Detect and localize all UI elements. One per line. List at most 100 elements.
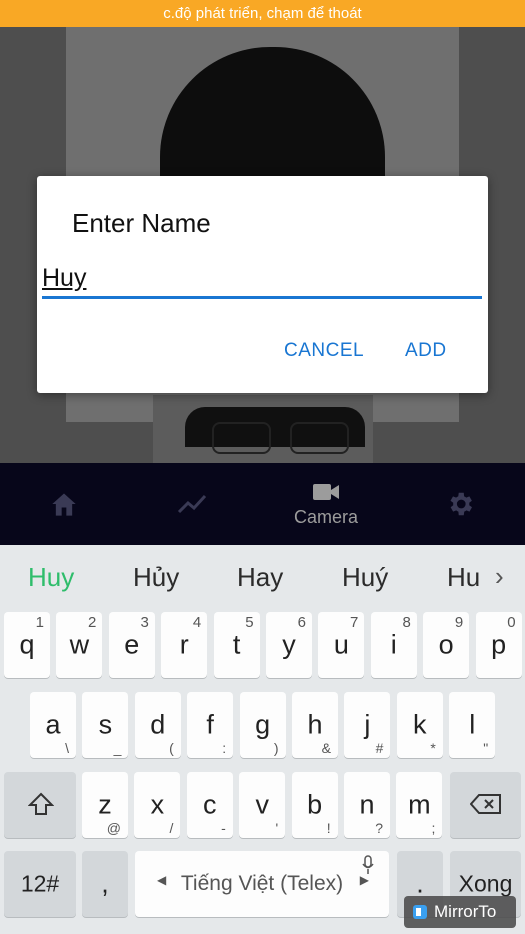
key-label: l — [469, 709, 476, 740]
key-label: u — [333, 629, 349, 660]
key-label: n — [359, 789, 375, 820]
key-f[interactable]: f: — [187, 692, 234, 758]
comma-key[interactable]: , — [82, 851, 128, 917]
key-d[interactable]: d( — [134, 692, 181, 758]
key-label: f — [206, 709, 214, 740]
glasses-left — [212, 422, 271, 454]
key-o[interactable]: o9 — [423, 612, 470, 678]
key-symbol-hint: ) — [273, 740, 279, 756]
key-m[interactable]: m; — [396, 772, 443, 838]
key-b[interactable]: b! — [291, 772, 338, 838]
space-key[interactable]: ◀ Tiếng Việt (Telex) ▶ — [135, 851, 389, 917]
key-r[interactable]: r4 — [161, 612, 208, 678]
key-a[interactable]: a \ — [30, 692, 76, 758]
key-label: r — [179, 629, 189, 660]
key-c[interactable]: c- — [186, 772, 233, 838]
key-x[interactable]: x / — [134, 772, 181, 838]
key-label: k — [413, 709, 427, 740]
key-label: p — [491, 629, 507, 660]
key-symbol-hint: & — [321, 740, 331, 756]
suggestion-item[interactable]: Huy — [28, 562, 74, 593]
mirrorto-label: MirrorTo — [434, 902, 497, 921]
name-input[interactable] — [42, 260, 482, 299]
key-hint: 6 — [297, 614, 306, 631]
key-w[interactable]: w2 — [56, 612, 103, 678]
key-hint: 3 — [140, 614, 149, 631]
key-e[interactable]: e3 — [108, 612, 155, 678]
key-symbol-hint: / — [169, 820, 174, 836]
right-arrow-icon: ▶ — [359, 873, 369, 887]
key-p[interactable]: p0 — [475, 612, 522, 678]
key-hint: 2 — [88, 614, 97, 631]
chevron-right-icon[interactable]: › — [495, 561, 504, 592]
space-key-label: Tiếng Việt (Telex) — [180, 872, 344, 895]
key-l[interactable]: l " — [449, 692, 496, 758]
nav-home[interactable] — [24, 463, 104, 545]
key-j[interactable]: j # — [344, 692, 391, 758]
key-hint: 5 — [245, 614, 254, 631]
key-k[interactable]: k * — [396, 692, 443, 758]
key-symbol-hint: ' — [275, 820, 279, 836]
suggestion-bar: Huy Hủy Hay Huý Hu › — [0, 545, 525, 607]
key-label: s — [98, 709, 113, 740]
key-label: v — [255, 789, 269, 820]
cancel-button[interactable]: CANCEL — [284, 340, 364, 362]
backspace-icon — [470, 794, 501, 814]
nav-camera[interactable]: Camera — [276, 463, 376, 545]
videocam-icon — [313, 483, 339, 500]
key-symbol-hint: ; — [431, 820, 436, 836]
key-label: b — [307, 789, 323, 820]
key-hint: 8 — [402, 614, 411, 631]
key-hint: 1 — [35, 614, 44, 631]
nav-stats[interactable] — [152, 463, 232, 545]
key-hint: 0 — [507, 614, 516, 631]
key-label: z — [98, 789, 112, 820]
suggestion-item[interactable]: Hay — [237, 562, 283, 593]
key-hint: 4 — [192, 614, 202, 631]
key-symbol-hint: * — [430, 740, 436, 756]
shift-icon — [28, 792, 54, 815]
key-label: h — [307, 709, 323, 740]
key-q[interactable]: q1 — [4, 612, 50, 678]
add-button[interactable]: ADD — [405, 340, 447, 362]
key-i[interactable]: i8 — [370, 612, 417, 678]
mirrorto-badge[interactable]: MirrorTo — [404, 896, 516, 928]
home-icon — [52, 493, 76, 516]
key-label: m — [408, 789, 431, 820]
key-n[interactable]: n? — [344, 772, 390, 838]
key-y[interactable]: y6 — [266, 612, 312, 678]
key-label: e — [124, 629, 140, 660]
key-label: o — [438, 629, 454, 660]
key-symbol-hint: ( — [169, 740, 174, 756]
backspace-key[interactable] — [450, 772, 521, 838]
suggestion-item[interactable]: Huý — [342, 562, 388, 593]
key-label: a — [45, 709, 61, 740]
key-g[interactable]: g) — [239, 692, 286, 758]
key-symbol-hint: " — [483, 740, 489, 756]
key-s[interactable]: s _ — [82, 692, 129, 758]
key-v[interactable]: v ' — [239, 772, 286, 838]
key-symbol-hint: ? — [375, 820, 383, 836]
key-label: y — [282, 629, 296, 660]
key-t[interactable]: t5 — [213, 612, 260, 678]
done-key-label: Xong — [458, 870, 513, 897]
key-symbol-hint: _ — [113, 740, 122, 756]
key-u[interactable]: u7 — [318, 612, 365, 678]
key-hint: 7 — [350, 614, 359, 631]
glasses-right — [290, 422, 349, 454]
nav-settings[interactable] — [420, 463, 500, 545]
key-h[interactable]: h & — [292, 692, 338, 758]
shift-key[interactable] — [4, 772, 76, 838]
settings-icon — [450, 492, 472, 516]
mirrorto-logo-icon — [413, 905, 427, 919]
dev-mode-banner[interactable]: c.độ phát triển, chạm để thoát — [0, 0, 525, 27]
nav-camera-label: Camera — [293, 506, 359, 527]
symbols-key-label: 12# — [20, 870, 60, 897]
suggestion-item[interactable]: Hu — [447, 562, 480, 593]
key-z[interactable]: z @ — [82, 772, 128, 838]
soft-keyboard: Huy Hủy Hay Huý Hu › 12# , ◀ Tiếng Việt … — [0, 545, 525, 934]
suggestion-item[interactable]: Hủy — [133, 562, 179, 593]
symbols-key[interactable]: 12# — [4, 851, 76, 917]
key-label: c — [203, 789, 217, 820]
key-symbol-hint: @ — [106, 820, 121, 836]
